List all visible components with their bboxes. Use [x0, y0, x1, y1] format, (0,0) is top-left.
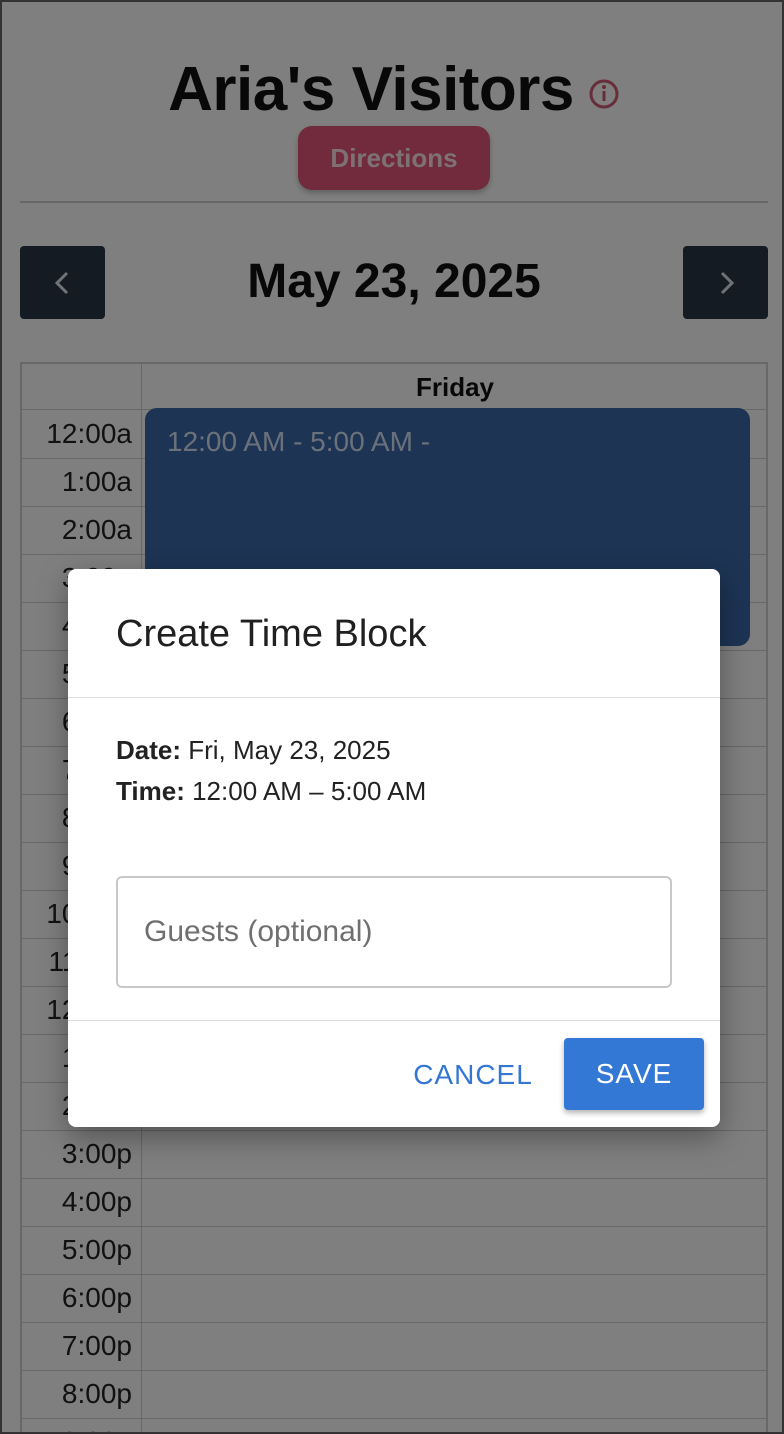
dialog-divider-top: [68, 697, 720, 698]
page: Aria's Visitors Directions May 23, 2025 …: [0, 0, 784, 1434]
time-value: 12:00 AM – 5:00 AM: [184, 776, 427, 806]
dialog-divider-bottom: [68, 1020, 720, 1021]
date-label: Date:: [116, 735, 182, 765]
create-time-block-dialog: Create Time Block Date: Fri, May 23, 202…: [68, 569, 720, 1127]
dialog-time-line: Time: 12:00 AM – 5:00 AM: [116, 776, 426, 807]
dialog-date-line: Date: Fri, May 23, 2025: [116, 735, 391, 766]
save-button[interactable]: SAVE: [564, 1038, 704, 1110]
guests-input[interactable]: [116, 876, 672, 988]
date-value: Fri, May 23, 2025: [181, 735, 391, 765]
dialog-title: Create Time Block: [116, 613, 427, 655]
cancel-button[interactable]: CANCEL: [398, 1039, 548, 1111]
time-label: Time:: [116, 776, 185, 806]
